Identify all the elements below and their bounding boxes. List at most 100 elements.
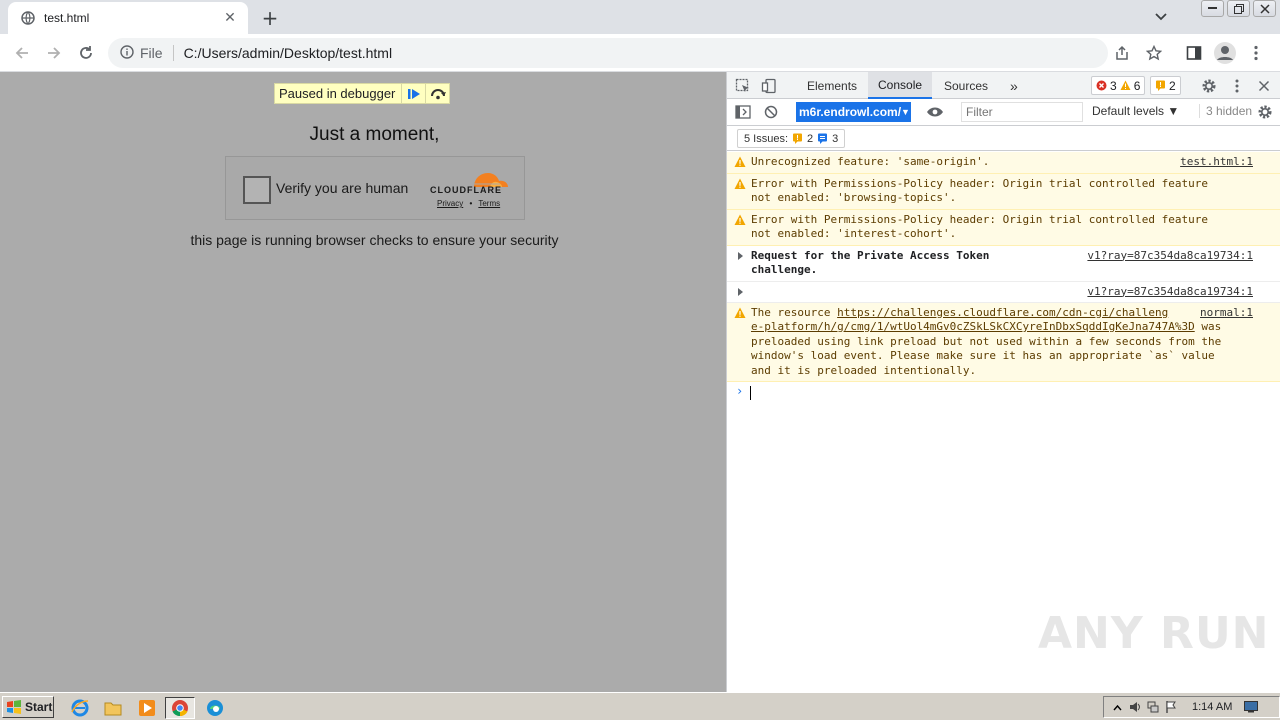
browser-titlebar: test.html ✕ + bbox=[0, 0, 1280, 34]
log-levels-dropdown[interactable]: Default levels ▼ bbox=[1092, 104, 1179, 118]
tab-sources[interactable]: Sources bbox=[934, 72, 998, 99]
inspect-element-icon[interactable] bbox=[734, 77, 752, 95]
url-text[interactable]: C:/Users/admin/Desktop/test.html bbox=[184, 45, 393, 61]
tab-console[interactable]: Console bbox=[868, 72, 933, 99]
console-prompt[interactable]: › bbox=[727, 382, 1280, 402]
close-devtools-icon[interactable] bbox=[1255, 77, 1273, 95]
warning-icon bbox=[1120, 80, 1131, 90]
issues-warn-count: 2 bbox=[807, 132, 814, 145]
media-player-icon[interactable] bbox=[136, 697, 158, 719]
start-button[interactable]: Start bbox=[2, 696, 54, 718]
more-tabs-icon[interactable]: » bbox=[1000, 72, 1028, 99]
cloudflare-turnstile-widget: Verify you are human CLOUDFLARE Privacy … bbox=[225, 156, 525, 220]
share-icon[interactable] bbox=[1108, 39, 1136, 67]
expand-triangle-icon[interactable] bbox=[734, 286, 746, 298]
issues-counter[interactable]: 2 bbox=[1150, 76, 1181, 95]
issues-button[interactable]: 5 Issues: 2 3 bbox=[737, 129, 846, 148]
browser-toolbar: File C:/Users/admin/Desktop/test.html bbox=[0, 34, 1280, 72]
reload-button[interactable] bbox=[72, 39, 100, 67]
settings-gear-icon[interactable] bbox=[1200, 77, 1218, 95]
warning-icon bbox=[734, 214, 746, 225]
message-text: Error with Permissions-Policy header: Or… bbox=[751, 176, 1208, 205]
paused-label: Paused in debugger bbox=[279, 86, 396, 101]
start-label: Start bbox=[25, 700, 53, 714]
issue-info-icon bbox=[818, 133, 828, 144]
tab-title: test.html bbox=[44, 11, 90, 25]
console-message: Error with Permissions-Policy header: Or… bbox=[727, 209, 1280, 246]
message-source-link[interactable]: normal:1 bbox=[1200, 305, 1253, 320]
verify-checkbox[interactable] bbox=[243, 176, 271, 204]
address-bar[interactable]: File C:/Users/admin/Desktop/test.html bbox=[108, 38, 1108, 68]
tab-elements[interactable]: Elements bbox=[797, 72, 867, 99]
edge-icon[interactable] bbox=[204, 697, 226, 719]
console-message: Unrecognized feature: 'same-origin'. tes… bbox=[727, 152, 1280, 174]
bookmark-star-icon[interactable] bbox=[1140, 39, 1168, 67]
message-text-prefix: The resource bbox=[751, 305, 838, 319]
chevron-down-icon[interactable] bbox=[1150, 6, 1172, 28]
back-button[interactable] bbox=[8, 39, 36, 67]
window-controls bbox=[1201, 0, 1276, 17]
console-settings-gear-icon[interactable] bbox=[1256, 103, 1274, 121]
console-filter-input[interactable] bbox=[961, 102, 1083, 122]
close-icon[interactable]: ✕ bbox=[222, 10, 238, 26]
error-count: 3 bbox=[1110, 78, 1117, 93]
tray-overflow-icon[interactable] bbox=[1108, 698, 1126, 716]
warning-count: 6 bbox=[1133, 78, 1141, 93]
issue-flag-icon bbox=[1156, 80, 1165, 91]
issues-label: 5 Issues: bbox=[744, 132, 789, 145]
error-warning-counter[interactable]: 3 6 bbox=[1091, 76, 1146, 95]
console-message[interactable]: Request for the Private Access Token cha… bbox=[727, 245, 1280, 282]
context-selector[interactable]: m6r.endrowl.com/ ▼ bbox=[796, 102, 911, 122]
network-icon[interactable] bbox=[1144, 698, 1162, 716]
globe-icon bbox=[20, 10, 36, 26]
chrome-taskbar-icon[interactable] bbox=[165, 697, 195, 719]
devtools-menu-icon[interactable] bbox=[1228, 77, 1246, 95]
step-over-icon[interactable] bbox=[425, 84, 449, 103]
close-window-button[interactable] bbox=[1253, 0, 1276, 17]
resume-icon[interactable] bbox=[401, 84, 425, 103]
sidebar-toggle-icon[interactable] bbox=[734, 103, 752, 121]
file-explorer-icon[interactable] bbox=[102, 697, 124, 719]
message-source-link[interactable]: test.html:1 bbox=[1180, 155, 1253, 170]
console-messages: Unrecognized feature: 'same-origin'. tes… bbox=[727, 152, 1280, 402]
forward-button[interactable] bbox=[40, 39, 68, 67]
page-heading: Just a moment, bbox=[309, 124, 440, 145]
message-source-link[interactable]: v1?ray=87c354da8ca19734:1 bbox=[1087, 249, 1253, 264]
info-icon[interactable] bbox=[120, 44, 134, 62]
profile-avatar[interactable] bbox=[1211, 39, 1239, 67]
expand-triangle-icon[interactable] bbox=[734, 250, 746, 262]
clock[interactable]: 1:14 AM bbox=[1192, 701, 1232, 713]
windows-taskbar: Start 1:14 AM bbox=[0, 692, 1280, 720]
console-message[interactable]: v1?ray=87c354da8ca19734:1 bbox=[727, 281, 1280, 303]
message-text: Request for the Private Access Token cha… bbox=[751, 248, 990, 277]
privacy-link[interactable]: Privacy bbox=[437, 199, 463, 208]
restore-button[interactable] bbox=[1227, 0, 1250, 17]
action-center-flag-icon[interactable] bbox=[1162, 698, 1180, 716]
kebab-menu-icon[interactable] bbox=[1242, 39, 1270, 67]
verify-label: Verify you are human bbox=[276, 180, 409, 196]
devtools-tabbar: Elements Console Sources » 3 6 2 bbox=[727, 72, 1280, 99]
device-toolbar-icon[interactable] bbox=[760, 77, 778, 95]
new-tab-button[interactable]: + bbox=[258, 6, 282, 30]
message-text: Unrecognized feature: 'same-origin'. bbox=[751, 155, 990, 168]
error-icon bbox=[1096, 80, 1107, 91]
volume-icon[interactable] bbox=[1126, 698, 1144, 716]
prompt-chevron-icon: › bbox=[736, 384, 744, 398]
file-scheme-label: File bbox=[140, 45, 174, 61]
clear-console-icon[interactable] bbox=[762, 103, 780, 121]
minimize-button[interactable] bbox=[1201, 0, 1224, 17]
message-source-link[interactable]: v1?ray=87c354da8ca19734:1 bbox=[1087, 285, 1253, 300]
side-panel-icon[interactable] bbox=[1180, 39, 1208, 67]
ie-icon[interactable] bbox=[69, 697, 91, 719]
warning-icon bbox=[734, 307, 746, 318]
console-toolbar: m6r.endrowl.com/ ▼ Default levels ▼ 3 hi… bbox=[727, 99, 1280, 126]
terms-link[interactable]: Terms bbox=[478, 199, 500, 208]
browser-tab[interactable]: test.html ✕ bbox=[8, 2, 248, 34]
live-expression-eye-icon[interactable] bbox=[926, 103, 944, 121]
cloudflare-brand-text: CLOUDFLARE bbox=[430, 185, 502, 195]
show-desktop-icon[interactable] bbox=[1242, 698, 1260, 716]
hidden-messages-count: 3 hidden bbox=[1199, 104, 1252, 118]
text-caret bbox=[750, 386, 751, 400]
warning-icon bbox=[734, 156, 746, 167]
page-viewport: Paused in debugger Just a moment, Verify… bbox=[0, 72, 726, 692]
